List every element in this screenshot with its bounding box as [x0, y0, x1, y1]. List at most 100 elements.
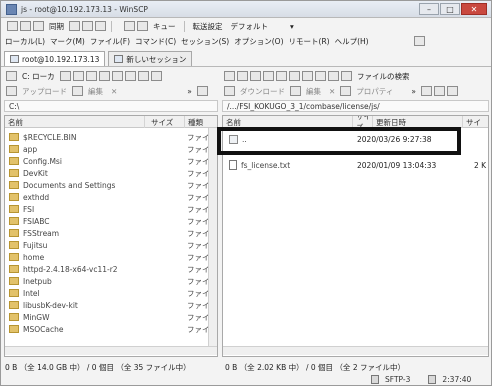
menu-session[interactable]: セッション(S): [181, 36, 229, 47]
more-icon[interactable]: »: [187, 87, 192, 96]
edit-button[interactable]: 編集: [306, 86, 321, 97]
edit-button[interactable]: 編集: [88, 86, 103, 97]
toolbar-divider: [111, 20, 112, 32]
filter-icon[interactable]: [446, 86, 458, 96]
forward-icon[interactable]: [98, 71, 110, 81]
chevron-down-icon[interactable]: [72, 71, 84, 81]
toolbar-options-icon[interactable]: [413, 36, 425, 46]
local-path-bar[interactable]: C:\: [4, 100, 218, 112]
toolbar-divider: [183, 20, 185, 32]
toolbar-icon[interactable]: [7, 21, 18, 31]
drive-icon: [6, 71, 17, 81]
delete-icon[interactable]: ✕: [111, 87, 117, 96]
column-type[interactable]: 種類: [185, 116, 217, 128]
local-horizontal-scrollbar[interactable]: [5, 346, 217, 355]
filter-icon[interactable]: [59, 71, 71, 81]
home-icon[interactable]: [137, 71, 149, 81]
transfer-settings-select[interactable]: デフォルト: [231, 21, 269, 32]
list-item[interactable]: fs_license.txt 2020/01/09 13:04:33 2 K: [223, 158, 488, 172]
find-files-button[interactable]: ファイルの検索: [357, 71, 410, 82]
tab-session[interactable]: root@10.192.173.13: [4, 51, 106, 66]
file-name: DevKit: [23, 168, 48, 178]
main-toolbar: 同期 キュー 転送設定 デフォルト ▾ ローカル(L) マーク(M) ファイル(…: [1, 19, 491, 49]
forward-icon[interactable]: [276, 71, 287, 81]
local-vertical-scrollbar[interactable]: [208, 128, 217, 346]
column-name[interactable]: 名前: [5, 116, 145, 128]
list-item[interactable]: MSOCache ファイ: [5, 322, 217, 336]
pane-toolbars: C: ローカ ファイルの検索 アップロード 編集 ✕ » ダウンロード 編集 ✕…: [1, 68, 491, 98]
remote-path-bar[interactable]: /.../FSI_KOKUGO_3_1/combase/license/js/: [222, 100, 489, 112]
text-file-icon: [229, 160, 237, 170]
menu-row: ローカル(L) マーク(M) ファイル(F) コマンド(C) セッション(S) …: [1, 34, 426, 48]
root-dir-icon[interactable]: [124, 71, 136, 81]
window-icon[interactable]: [95, 21, 106, 31]
settings-icon[interactable]: [82, 21, 93, 31]
download-button[interactable]: ダウンロード: [240, 86, 285, 97]
file-name: MSOCache: [23, 324, 64, 334]
back-icon[interactable]: [263, 71, 274, 81]
status-bar: SFTP-3 2:37:40: [371, 374, 471, 385]
home-icon[interactable]: [315, 71, 326, 81]
folder-icon: [9, 169, 19, 177]
menu-mark[interactable]: マーク(M): [50, 36, 85, 47]
maximize-button[interactable]: □: [440, 3, 460, 15]
tab-new-session[interactable]: 新しいセッション: [108, 51, 193, 66]
menu-command[interactable]: コマンド(C): [135, 36, 176, 47]
queue-icon[interactable]: [137, 21, 148, 31]
column-permissions[interactable]: サイ: [463, 116, 488, 128]
sync-label[interactable]: 同期: [49, 21, 64, 32]
gear-icon[interactable]: [124, 21, 135, 31]
new-icon[interactable]: [420, 86, 432, 96]
queue-button[interactable]: キュー: [153, 21, 176, 32]
file-permissions: 2 K: [474, 160, 487, 170]
folder-icon: [9, 265, 19, 273]
folder-icon: [224, 71, 235, 81]
menu-help[interactable]: ヘルプ(H): [335, 36, 369, 47]
menu-local[interactable]: ローカル(L): [5, 36, 45, 47]
column-size[interactable]: サイズ: [145, 116, 185, 128]
winscp-window: js - root@10.192.173.13 - WinSCP – □ ✕ 同…: [0, 0, 492, 386]
menu-remote[interactable]: リモート(R): [289, 36, 330, 47]
more-icon[interactable]: »: [411, 87, 416, 96]
file-name: FSIABC: [23, 216, 50, 226]
chevron-down-icon[interactable]: [250, 71, 261, 81]
remote-action-toolbar: ダウンロード 編集 ✕ プロパティ »: [223, 84, 459, 98]
remote-horizontal-scrollbar[interactable]: [223, 346, 488, 355]
app-icon: [6, 3, 17, 15]
file-name: app: [23, 144, 38, 154]
back-icon[interactable]: [85, 71, 97, 81]
folder-icon: [9, 133, 19, 141]
session-time: 2:37:40: [442, 375, 472, 384]
menu-file[interactable]: ファイル(F): [90, 36, 130, 47]
chevron-down-icon[interactable]: ▾: [290, 22, 294, 31]
minimize-button[interactable]: –: [419, 3, 439, 15]
upload-button[interactable]: アップロード: [22, 86, 67, 97]
parent-dir-icon[interactable]: [289, 71, 300, 81]
local-drive-select[interactable]: C: ローカ: [22, 71, 55, 82]
properties-button[interactable]: プロパティ: [356, 86, 393, 97]
file-name: home: [23, 252, 45, 262]
terminal-icon[interactable]: [69, 21, 80, 31]
delete-icon[interactable]: ✕: [329, 87, 335, 96]
search-icon[interactable]: [341, 71, 352, 81]
menu-options[interactable]: オプション(O): [234, 36, 283, 47]
sync-icon[interactable]: [33, 21, 44, 31]
new-icon[interactable]: [196, 86, 208, 96]
minus-icon[interactable]: [433, 86, 445, 96]
local-action-toolbar: アップロード 編集 ✕ »: [5, 84, 209, 98]
compare-icon[interactable]: [20, 21, 31, 31]
folder-icon: [9, 145, 19, 153]
title-bar: js - root@10.192.173.13 - WinSCP: [1, 1, 491, 18]
folder-icon: [9, 217, 19, 225]
close-button[interactable]: ✕: [461, 3, 487, 15]
connection-icon: [428, 375, 437, 384]
folder-icon: [9, 301, 19, 309]
file-name: fs_license.txt: [241, 160, 291, 170]
root-dir-icon[interactable]: [302, 71, 313, 81]
parent-dir-icon[interactable]: [111, 71, 123, 81]
filter-icon[interactable]: [237, 71, 248, 81]
refresh-icon[interactable]: [328, 71, 339, 81]
folder-icon: [9, 157, 19, 165]
local-column-header: 名前 サイズ 種類: [5, 116, 217, 128]
refresh-icon[interactable]: [150, 71, 162, 81]
